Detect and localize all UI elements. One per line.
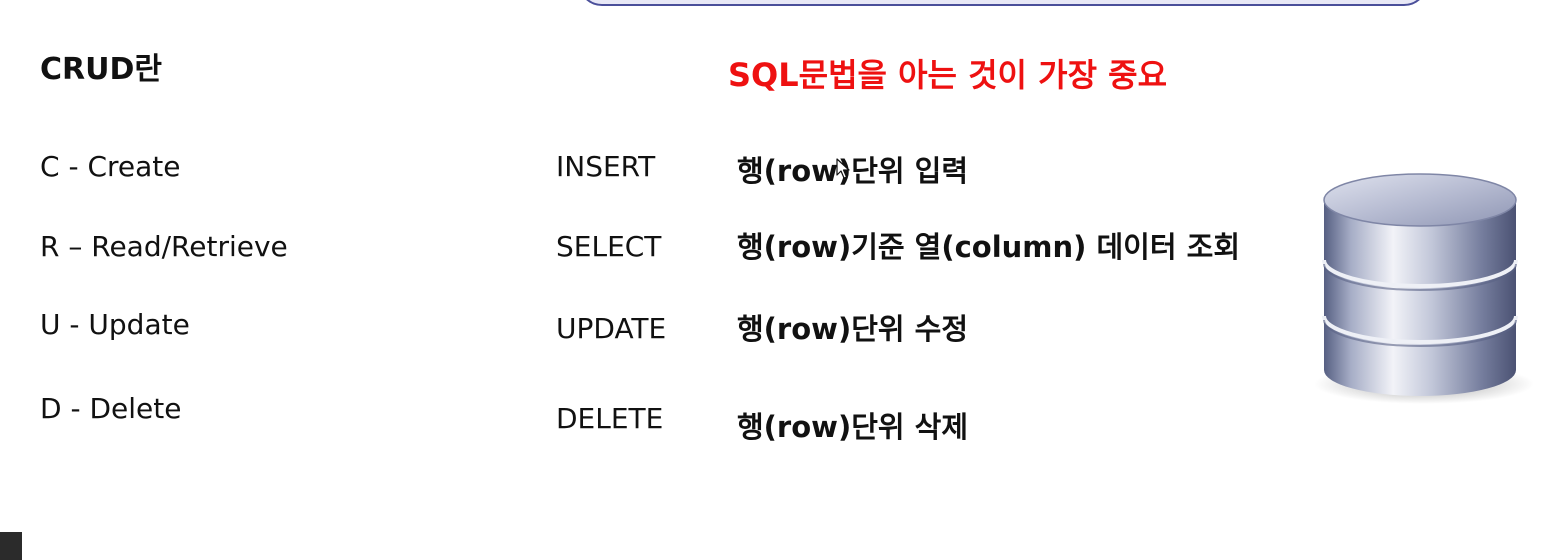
- sql-select: SELECT: [556, 230, 662, 263]
- top-banner-shape: [578, 0, 1428, 6]
- database-icon: [1314, 173, 1534, 404]
- mouse-cursor-icon: [836, 158, 850, 179]
- sql-update: UPDATE: [556, 312, 667, 345]
- crud-item-create: C - Create: [40, 150, 181, 183]
- sql-insert: INSERT: [556, 150, 656, 183]
- desc-update: 행(row)단위 수정: [737, 312, 969, 346]
- slide-title: CRUD란: [40, 52, 162, 87]
- corner-block: [0, 532, 22, 560]
- crud-item-update: U - Update: [40, 308, 190, 341]
- highlight-note: SQL문법을 아는 것이 가장 중요: [728, 56, 1168, 94]
- crud-item-delete: D - Delete: [40, 392, 182, 425]
- sql-delete: DELETE: [556, 402, 664, 435]
- desc-select: 행(row)기준 열(column) 데이터 조회: [737, 230, 1241, 264]
- crud-item-read: R – Read/Retrieve: [40, 230, 288, 263]
- desc-delete: 행(row)단위 삭제: [737, 410, 969, 444]
- desc-insert: 행(row)단위 입력: [737, 154, 969, 188]
